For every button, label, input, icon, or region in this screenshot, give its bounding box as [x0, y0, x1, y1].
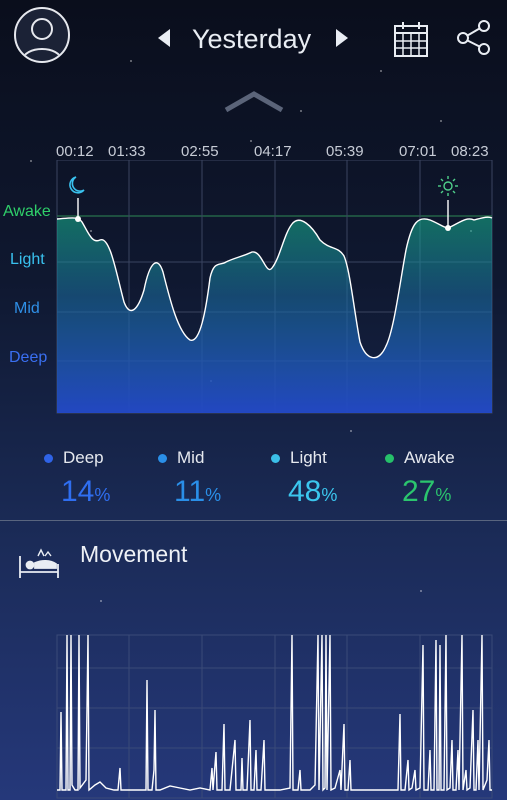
section-divider — [0, 520, 507, 521]
percent-unit: % — [435, 485, 452, 505]
time-tick: 08:23 — [451, 143, 489, 160]
legend-label: Light — [290, 448, 327, 467]
calendar-icon[interactable] — [393, 20, 429, 58]
percent-awake: 27% — [402, 475, 451, 509]
legend-awake: Awake — [385, 448, 455, 468]
movement-title: Movement — [80, 541, 188, 567]
percent-value: 27 — [402, 475, 436, 508]
legend-light: Light — [271, 448, 327, 468]
percent-unit: % — [94, 485, 111, 505]
time-tick: 01:33 — [108, 143, 146, 160]
time-tick: 00:12 — [56, 143, 94, 160]
legend-deep: Deep — [44, 448, 104, 468]
percent-unit: % — [205, 485, 222, 505]
percent-value: 48 — [288, 475, 322, 508]
date-title: Yesterday — [192, 24, 312, 54]
time-tick: 05:39 — [326, 143, 364, 160]
chevron-left-icon[interactable] — [152, 26, 176, 50]
chevron-right-icon[interactable] — [330, 26, 354, 50]
percent-deep: 14% — [61, 475, 110, 509]
sun-icon — [438, 176, 458, 196]
legend-dot — [44, 454, 53, 464]
percent-unit: % — [321, 485, 338, 505]
time-tick: 04:17 — [254, 143, 292, 160]
collapse-chevron-icon[interactable] — [222, 88, 286, 114]
movement-chart — [56, 634, 493, 799]
moon-icon — [69, 176, 85, 194]
top-bar: Yesterday — [0, 0, 507, 80]
percent-value: 11 — [174, 475, 206, 508]
share-icon[interactable] — [455, 18, 493, 56]
percent-mid: 11% — [174, 475, 221, 509]
bed-movement-icon — [18, 544, 60, 580]
sleep-hypnogram-chart — [56, 160, 493, 414]
legend-label: Mid — [177, 448, 205, 467]
legend-label: Deep — [63, 448, 104, 467]
percent-value: 14 — [61, 475, 95, 508]
percent-light: 48% — [288, 475, 337, 509]
legend-label: Awake — [404, 448, 455, 467]
legend-mid: Mid — [158, 448, 204, 468]
time-tick: 07:01 — [399, 143, 437, 160]
time-tick: 02:55 — [181, 143, 219, 160]
user-avatar-icon[interactable] — [14, 7, 70, 63]
movement-grid — [56, 634, 493, 799]
legend-dot — [158, 454, 167, 464]
legend-dot — [271, 454, 280, 464]
legend-dot — [385, 454, 394, 464]
sleep-start-marker — [75, 198, 81, 222]
